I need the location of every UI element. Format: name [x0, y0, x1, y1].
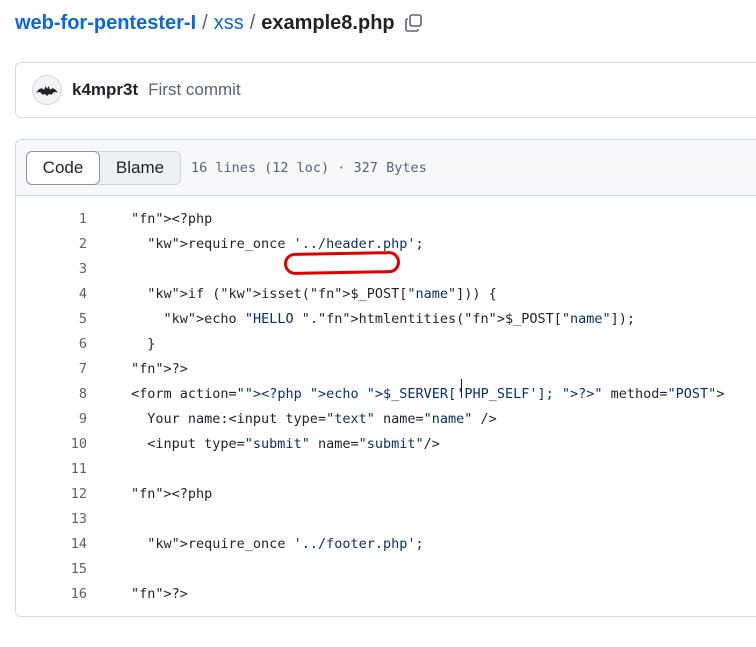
line-number[interactable]: 6 — [16, 332, 87, 357]
line-number[interactable]: 15 — [16, 557, 87, 582]
code-line: 15 — [16, 557, 756, 582]
line-number[interactable]: 14 — [16, 532, 87, 557]
tab-blame[interactable]: Blame — [100, 152, 180, 184]
line-number[interactable]: 4 — [16, 282, 87, 307]
line-content: } — [131, 336, 156, 352]
line-number[interactable]: 16 — [16, 582, 87, 607]
code-line: 1 "fn"><?php — [16, 207, 756, 232]
copy-icon — [404, 14, 422, 32]
line-number[interactable]: 13 — [16, 507, 87, 532]
code-line: 4 "kw">if ("kw">isset("fn">$_POST["name"… — [16, 282, 756, 307]
code-line: 10 <input type="submit" name="submit"/> — [16, 432, 756, 457]
commit-author[interactable]: k4mpr3t — [72, 80, 138, 100]
line-content: "kw">require_once '../header.php'; — [147, 236, 424, 252]
file-name: example8.php — [261, 11, 395, 34]
file-viewer: Code Blame 16 lines (12 loc) · 327 Bytes… — [15, 139, 756, 617]
breadcrumb-separator: / — [202, 11, 208, 34]
line-content: "fn">?> — [131, 361, 188, 377]
file-info: 16 lines (12 loc) · 327 Bytes — [191, 159, 427, 176]
line-content: <input type="submit" name="submit"/> — [131, 436, 440, 452]
code-view: 1 "fn"><?php 2 "kw">require_once '../heade… — [16, 196, 756, 616]
code-line: 8 <form action=""><?php ">echo ">$_SERVER… — [16, 382, 756, 407]
line-number[interactable]: 10 — [16, 432, 87, 457]
copy-path-button[interactable] — [403, 12, 425, 34]
code-line: 11 — [16, 457, 756, 482]
line-content: "kw">echo "HELLO "."fn">htmlentities("fn… — [163, 311, 636, 327]
breadcrumb: web-for-pentester-I / xss / example8.php — [15, 10, 425, 36]
code-line: 3 — [16, 257, 756, 282]
line-content: "kw">require_once '../footer.php'; — [147, 536, 424, 552]
commit-message[interactable]: First commit — [148, 80, 241, 100]
line-number[interactable]: 2 — [16, 232, 87, 257]
code-line: 6 } — [16, 332, 756, 357]
line-number[interactable]: 8 — [16, 382, 87, 407]
code-line: 9 Your name:<input type="text" name="nam… — [16, 407, 756, 432]
line-content: "kw">if ("kw">isset("fn">$_POST["name"])… — [147, 286, 497, 302]
code-line: 14 "kw">require_once '../footer.php'; — [16, 532, 756, 557]
line-content: "fn"><?php — [131, 211, 213, 227]
line-content: Your name:<input type="text" name="name"… — [131, 411, 497, 427]
bat-avatar-icon — [36, 86, 58, 96]
directory-link[interactable]: xss — [214, 12, 244, 35]
repo-link[interactable]: web-for-pentester-I — [15, 12, 196, 35]
code-line: 12 "fn"><?php — [16, 482, 756, 507]
line-number[interactable]: 9 — [16, 407, 87, 432]
code-line: 2 "kw">require_once '../header.php'; — [16, 232, 756, 257]
code-line: 5 "kw">echo "HELLO "."fn">htmlentities("… — [16, 307, 756, 332]
code-line: 16 "fn">?> — [16, 582, 756, 607]
line-number[interactable]: 1 — [16, 207, 87, 232]
line-content: "fn">?> — [131, 586, 188, 602]
line-number[interactable]: 12 — [16, 482, 87, 507]
avatar[interactable] — [32, 75, 62, 105]
text-caret — [461, 379, 462, 398]
code-line: 13 — [16, 507, 756, 532]
line-number[interactable]: 3 — [16, 257, 87, 282]
latest-commit-box: k4mpr3t First commit — [15, 62, 756, 118]
line-content: "fn"><?php — [131, 486, 213, 502]
line-content: <form action=""><?php ">echo ">$_SERVER[… — [131, 386, 725, 402]
tab-code[interactable]: Code — [26, 150, 100, 185]
line-number[interactable]: 7 — [16, 357, 87, 382]
file-header: Code Blame 16 lines (12 loc) · 327 Bytes — [16, 140, 756, 196]
line-number[interactable]: 11 — [16, 457, 87, 482]
breadcrumb-separator: / — [249, 11, 256, 34]
view-toggle: Code Blame — [26, 150, 181, 185]
code-line: 7 "fn">?> — [16, 357, 756, 382]
line-number[interactable]: 5 — [16, 307, 87, 332]
